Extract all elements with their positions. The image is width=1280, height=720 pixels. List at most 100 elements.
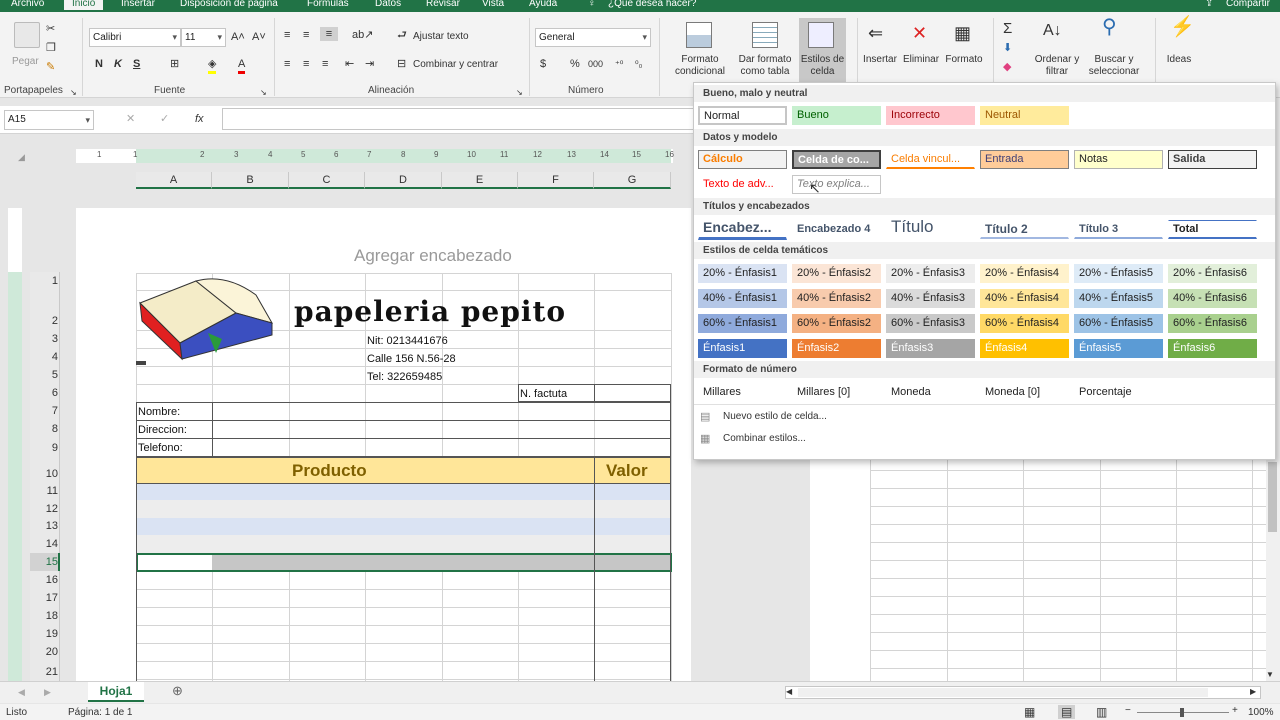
row-header-10[interactable]: 10 (36, 468, 58, 480)
tab-datos[interactable]: Datos (375, 0, 401, 10)
copy-icon[interactable]: ❐ (46, 41, 56, 55)
align-right-icon[interactable]: ≡ (322, 57, 328, 71)
company-nit[interactable]: Nit: 0213441676 (367, 334, 448, 348)
row-header-15[interactable]: 15 (36, 556, 58, 568)
paste-button[interactable]: Pegar (12, 56, 39, 68)
style-salida[interactable]: Salida (1168, 150, 1257, 169)
column-header-e[interactable]: E (442, 172, 518, 189)
tab-inicio[interactable]: Inicio (64, 0, 104, 10)
tab-insertar[interactable]: Insertar (121, 0, 155, 10)
underline-button[interactable]: S (133, 57, 140, 71)
style-themed-22[interactable]: Énfasis4 (980, 339, 1069, 358)
decrease-indent-icon[interactable]: ⇤ (345, 57, 354, 71)
style-themed-7[interactable]: 40% - Énfasis1 (698, 289, 787, 308)
header-placeholder[interactable]: Agregar encabezado (354, 246, 512, 266)
align-middle-icon[interactable]: ≡ (303, 28, 309, 42)
increase-indent-icon[interactable]: ⇥ (365, 57, 374, 71)
fill-color-icon[interactable]: ◈ (208, 57, 217, 74)
style-themed-5[interactable]: 20% - Énfasis5 (1074, 264, 1163, 283)
row-header-18[interactable]: 18 (36, 610, 58, 622)
conditional-format-icon[interactable] (686, 22, 712, 48)
find-select-button[interactable]: Buscar y seleccionar (1082, 54, 1146, 78)
vertical-scroll-thumb[interactable] (1268, 462, 1277, 532)
style-titulo-2[interactable]: Título 2 (980, 220, 1069, 239)
thousands-button[interactable]: 000 (588, 57, 603, 71)
italic-button[interactable]: K (114, 57, 122, 71)
column-header-c[interactable]: C (289, 172, 365, 189)
company-address[interactable]: Calle 156 N.56-28 (367, 352, 456, 366)
page-break-view-icon[interactable]: ▥ (1096, 705, 1107, 719)
row-header-12[interactable]: 12 (36, 503, 58, 515)
row-header-13[interactable]: 13 (36, 520, 58, 532)
borders-icon[interactable]: ⊞ (170, 57, 179, 71)
style-themed-2[interactable]: 20% - Énfasis2 (792, 264, 881, 283)
zoom-level[interactable]: 100% (1248, 707, 1274, 718)
style-themed-23[interactable]: Énfasis5 (1074, 339, 1163, 358)
format-as-table-button[interactable]: Dar formato como tabla (733, 54, 797, 78)
row-header-4[interactable]: 4 (36, 351, 58, 363)
style-themed-3[interactable]: 20% - Énfasis3 (886, 264, 975, 283)
style-normal[interactable]: Normal (698, 106, 787, 125)
search-icon[interactable]: ⚲ (1102, 17, 1117, 37)
font-size-combo[interactable]: 11 ▾ (181, 28, 226, 47)
style-texto-advertencia[interactable]: Texto de adv... (698, 175, 787, 194)
style-porcentaje[interactable]: Porcentaje (1074, 383, 1163, 402)
tell-me-search[interactable]: ¿Qué desea hacer? (608, 0, 696, 10)
style-entrada[interactable]: Entrada (980, 150, 1069, 169)
column-header-g[interactable]: G (594, 172, 671, 189)
font-color-icon[interactable]: A (238, 57, 246, 74)
dialog-launcher-icon[interactable]: ↘ (260, 86, 267, 100)
row-header-1[interactable]: 1 (36, 275, 58, 287)
style-moneda[interactable]: Moneda (886, 383, 975, 402)
company-tel[interactable]: Tel: 322659485 (367, 370, 442, 384)
style-themed-8[interactable]: 40% - Énfasis2 (792, 289, 881, 308)
currency-button[interactable]: $ (540, 57, 546, 71)
style-titulo-3[interactable]: Título 3 (1074, 220, 1163, 239)
tab-disposicion[interactable]: Disposición de página (180, 0, 278, 10)
style-themed-14[interactable]: 60% - Énfasis2 (792, 314, 881, 333)
horizontal-scroll-thumb[interactable] (798, 688, 1208, 697)
cell-styles-button[interactable]: Estilos de celda (799, 54, 846, 78)
format-as-table-icon[interactable] (752, 22, 778, 48)
style-themed-11[interactable]: 40% - Énfasis5 (1074, 289, 1163, 308)
client-address-label[interactable]: Direccion: (138, 423, 187, 437)
sort-filter-icon[interactable]: A↓ (1043, 23, 1062, 39)
style-themed-20[interactable]: Énfasis2 (792, 339, 881, 358)
row-header-2[interactable]: 2 (36, 315, 58, 327)
zoom-out-icon[interactable]: − (1125, 705, 1131, 716)
sheet-tab-hoja1[interactable]: Hoja1 (88, 682, 144, 702)
style-themed-24[interactable]: Énfasis6 (1168, 339, 1257, 358)
decrease-decimal-icon[interactable]: ⁰₀ (635, 57, 642, 71)
style-total[interactable]: Total (1168, 220, 1257, 239)
tab-formulas[interactable]: Fórmulas (307, 0, 349, 10)
style-bueno[interactable]: Bueno (792, 106, 881, 125)
percent-button[interactable]: % (570, 57, 580, 71)
enter-icon[interactable]: ✓ (160, 112, 169, 126)
align-bottom-icon[interactable]: ≡ (320, 27, 338, 41)
cut-icon[interactable]: ✂ (46, 22, 55, 36)
clear-icon[interactable]: ◆ (1003, 60, 1011, 74)
orientation-icon[interactable]: ab↗ (352, 28, 373, 42)
tab-ayuda[interactable]: Ayuda (529, 0, 557, 10)
style-themed-12[interactable]: 40% - Énfasis6 (1168, 289, 1257, 308)
cancel-icon[interactable]: ✕ (126, 112, 135, 126)
style-themed-15[interactable]: 60% - Énfasis3 (886, 314, 975, 333)
row-header-5[interactable]: 5 (36, 369, 58, 381)
style-titulo[interactable]: Título (886, 216, 975, 238)
paste-icon[interactable] (14, 22, 40, 48)
autosum-icon[interactable]: Σ (1003, 21, 1012, 36)
style-neutral[interactable]: Neutral (980, 106, 1069, 125)
row-header-9[interactable]: 9 (36, 442, 58, 454)
style-themed-10[interactable]: 40% - Énfasis4 (980, 289, 1069, 308)
style-celda-vinculada[interactable]: Celda vincul... (886, 150, 975, 169)
style-themed-16[interactable]: 60% - Énfasis4 (980, 314, 1069, 333)
fill-down-icon[interactable]: ⬇ (1003, 41, 1012, 55)
dialog-launcher-icon[interactable]: ↘ (516, 86, 523, 100)
decrease-font-icon[interactable]: A˅ (252, 30, 266, 44)
tab-vista[interactable]: Vista (482, 0, 504, 10)
style-themed-1[interactable]: 20% - Énfasis1 (698, 264, 787, 283)
delete-button[interactable]: Eliminar (900, 54, 942, 66)
align-top-icon[interactable]: ≡ (284, 28, 290, 42)
sort-filter-button[interactable]: Ordenar y filtrar (1030, 54, 1084, 78)
style-themed-17[interactable]: 60% - Énfasis5 (1074, 314, 1163, 333)
